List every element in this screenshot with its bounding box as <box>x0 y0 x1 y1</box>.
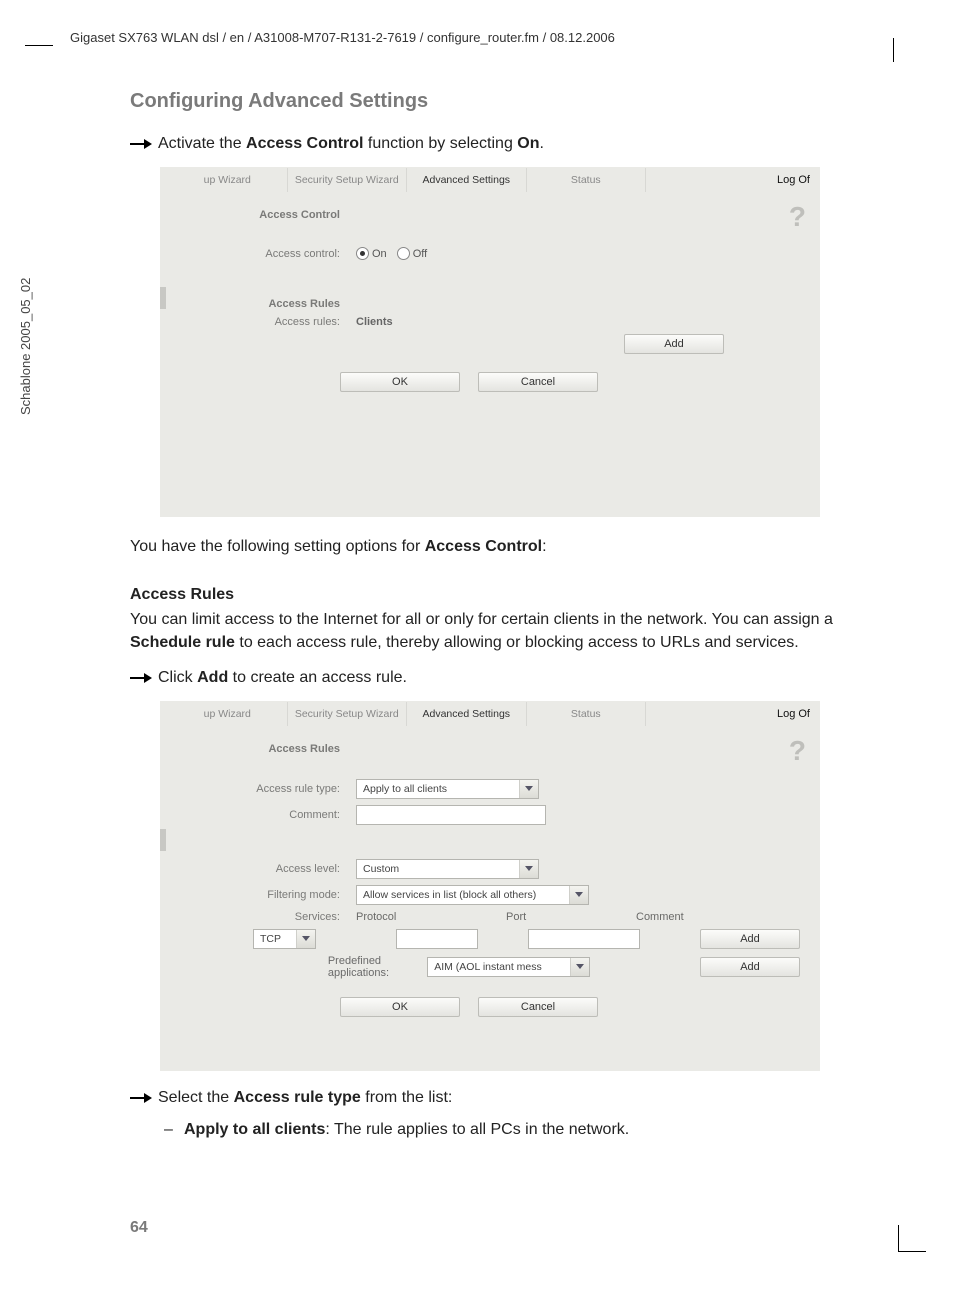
crop-mark <box>893 38 894 62</box>
crop-mark <box>898 1225 899 1252</box>
ok-button[interactable]: OK <box>340 997 460 1017</box>
logoff-link[interactable]: Log Of <box>777 708 810 720</box>
arrow-icon <box>130 672 152 684</box>
label-comment: Comment: <box>160 809 356 821</box>
list-item: – Apply to all clients: The rule applies… <box>164 1121 890 1139</box>
router-ui-screenshot-2: up Wizard Security Setup Wizard Advanced… <box>160 701 820 1071</box>
tab-setup-wizard[interactable]: up Wizard <box>168 702 288 726</box>
router-ui-screenshot-1: up Wizard Security Setup Wizard Advanced… <box>160 167 820 517</box>
template-side-label: Schablone 2005_05_02 <box>18 278 33 415</box>
section-title: Access Rules <box>160 743 356 755</box>
tab-status[interactable]: Status <box>527 168 647 192</box>
tab-status[interactable]: Status <box>527 702 647 726</box>
col-port: Port <box>506 911 626 923</box>
label-rule-type: Access rule type: <box>160 783 356 795</box>
label-filter-mode: Filtering mode: <box>160 889 356 901</box>
help-icon[interactable]: ? <box>789 201 806 233</box>
arrow-icon <box>130 1092 152 1104</box>
label-predef-apps: Predefined applications: <box>328 955 417 979</box>
subheading-access-rules: Access Rules <box>130 586 890 604</box>
col-comment: Comment <box>636 911 736 923</box>
label-access-rules: Access rules: <box>160 316 356 328</box>
label-access-control: Access control: <box>160 248 356 260</box>
help-icon[interactable]: ? <box>789 735 806 767</box>
cancel-button[interactable]: Cancel <box>478 372 598 392</box>
section-title: Access Control <box>160 209 356 221</box>
crop-mark <box>25 45 53 46</box>
radio-on[interactable]: On <box>356 247 387 260</box>
arrow-icon <box>130 138 152 150</box>
instruction-step: Select the Access rule type from the lis… <box>130 1089 890 1107</box>
input-comment[interactable] <box>356 805 546 825</box>
scroll-thumb[interactable] <box>160 287 166 309</box>
label-services: Services: <box>160 911 356 923</box>
add-button[interactable]: Add <box>700 929 800 949</box>
page-heading: Configuring Advanced Settings <box>130 90 890 113</box>
chevron-down-icon <box>519 780 538 798</box>
add-button[interactable]: Add <box>624 334 724 354</box>
chevron-down-icon <box>570 958 589 976</box>
radio-off[interactable]: Off <box>397 247 427 260</box>
section-title: Access Rules <box>160 298 356 310</box>
crop-mark <box>898 1251 926 1252</box>
paragraph: You can limit access to the Internet for… <box>130 608 890 654</box>
input-port[interactable] <box>396 929 478 949</box>
tab-security-setup-wizard[interactable]: Security Setup Wizard <box>288 702 408 726</box>
cancel-button[interactable]: Cancel <box>478 997 598 1017</box>
chevron-down-icon <box>569 886 588 904</box>
select-rule-type[interactable]: Apply to all clients <box>356 779 539 799</box>
chevron-down-icon <box>296 930 315 948</box>
clients-header: Clients <box>356 316 393 328</box>
tab-security-setup-wizard[interactable]: Security Setup Wizard <box>288 168 408 192</box>
ok-button[interactable]: OK <box>340 372 460 392</box>
paragraph: You have the following setting options f… <box>130 535 890 558</box>
col-protocol: Protocol <box>356 911 496 923</box>
tab-advanced-settings[interactable]: Advanced Settings <box>407 702 527 726</box>
chevron-down-icon <box>519 860 538 878</box>
select-protocol[interactable]: TCP <box>253 929 316 949</box>
instruction-step: Click Add to create an access rule. <box>130 669 890 687</box>
logoff-link[interactable]: Log Of <box>777 174 810 186</box>
scroll-thumb[interactable] <box>160 829 166 851</box>
select-predef-app[interactable]: AIM (AOL instant mess <box>427 957 590 977</box>
page-number: 64 <box>130 1219 148 1237</box>
doc-path-header: Gigaset SX763 WLAN dsl / en / A31008-M70… <box>70 30 894 45</box>
select-filter-mode[interactable]: Allow services in list (block all others… <box>356 885 589 905</box>
label-access-level: Access level: <box>160 863 356 875</box>
select-access-level[interactable]: Custom <box>356 859 539 879</box>
input-service-comment[interactable] <box>528 929 640 949</box>
add-button[interactable]: Add <box>700 957 800 977</box>
tab-setup-wizard[interactable]: up Wizard <box>168 168 288 192</box>
tab-advanced-settings[interactable]: Advanced Settings <box>407 168 527 192</box>
instruction-step: Activate the Access Control function by … <box>130 135 890 153</box>
